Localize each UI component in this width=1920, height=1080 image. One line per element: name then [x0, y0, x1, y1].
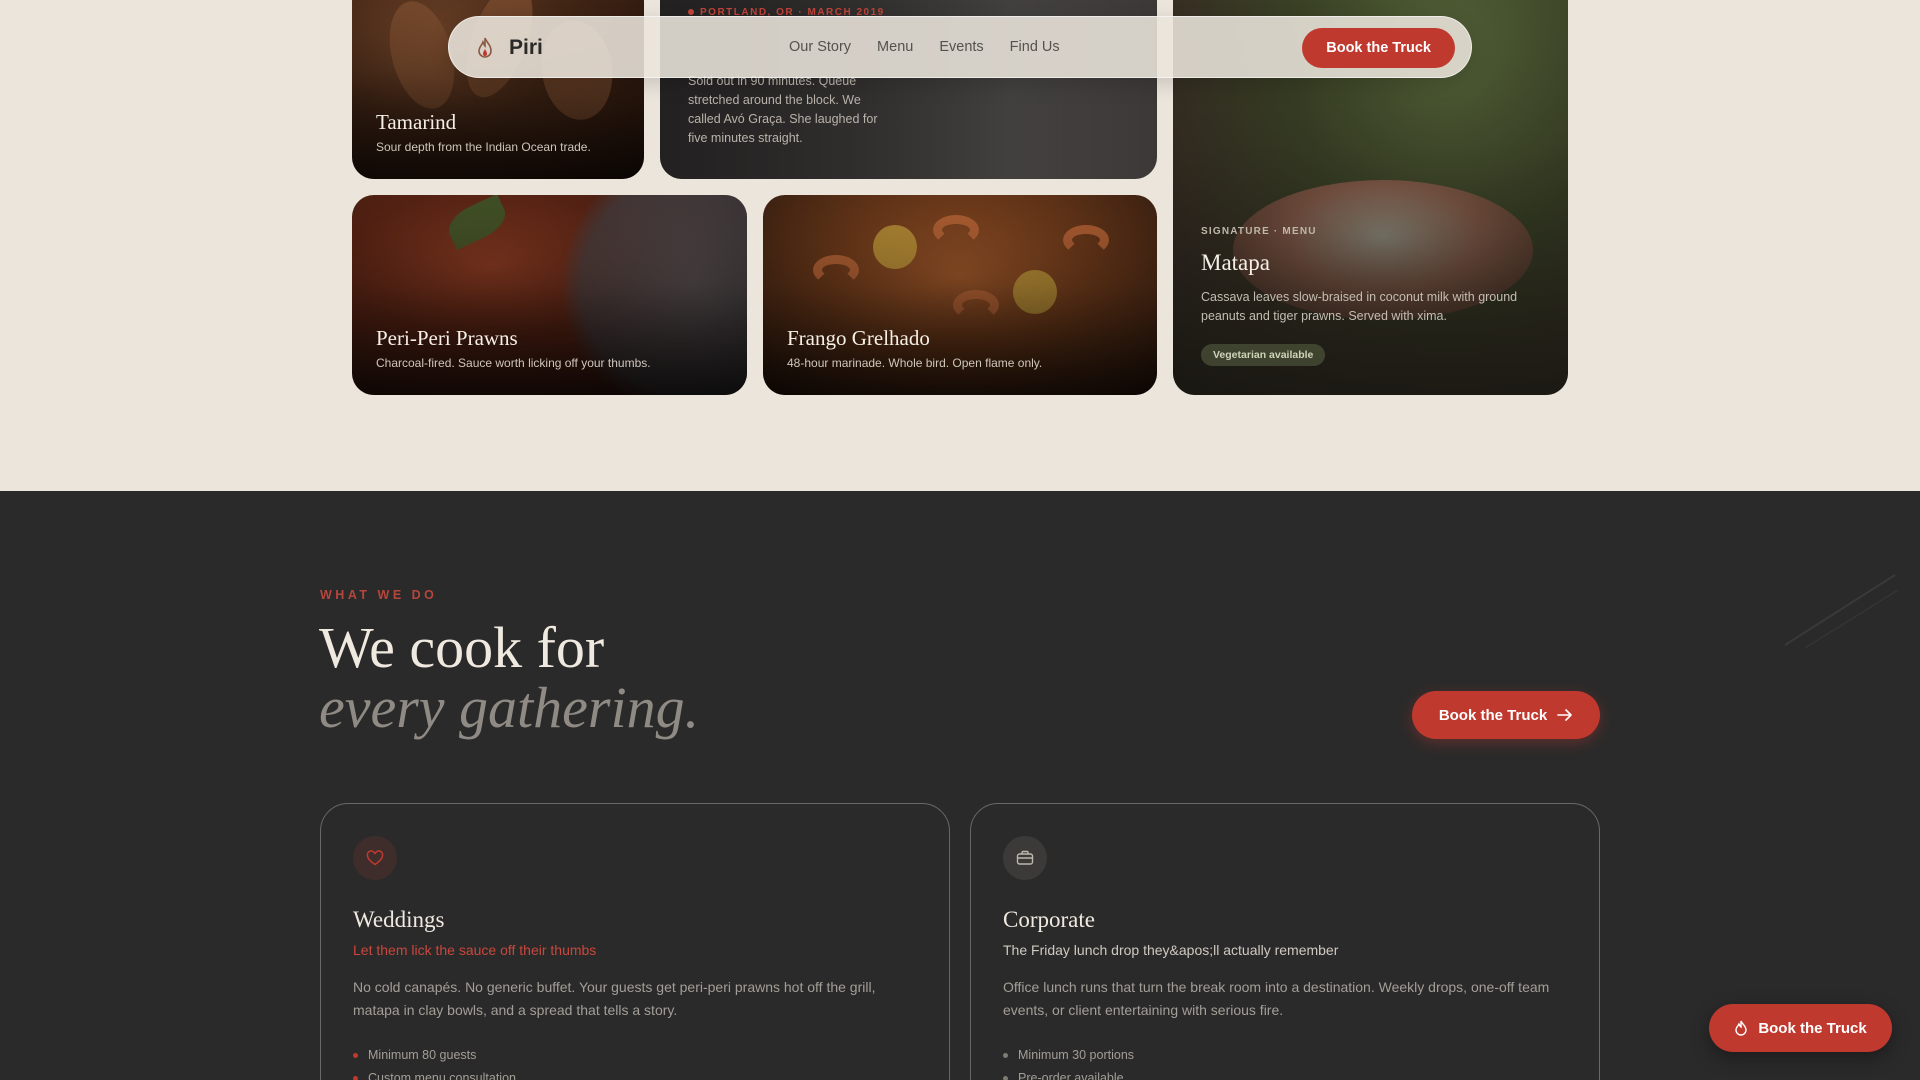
service-icon-wrapper	[353, 836, 397, 880]
nav-link-find-us[interactable]: Find Us	[1010, 39, 1060, 55]
card-description: 48-hour marinade. Whole bird. Open flame…	[787, 356, 1043, 370]
list-item: Minimum 80 guests	[353, 1044, 516, 1067]
location-dot-icon	[688, 9, 694, 16]
service-icon-wrapper	[1003, 836, 1047, 880]
service-card-corporate[interactable]: Corporate The Friday lunch drop they&apo…	[970, 803, 1600, 1080]
briefcase-icon	[1016, 850, 1034, 865]
button-label: Book the Truck	[1758, 1019, 1867, 1037]
service-card-weddings[interactable]: Weddings Let them lick the sauce off the…	[320, 803, 950, 1080]
flame-icon	[1735, 1020, 1748, 1036]
section-headline: We cook for	[319, 615, 605, 680]
nav-link-events[interactable]: Events	[939, 39, 983, 55]
book-truck-button[interactable]: Book the Truck	[1412, 691, 1600, 739]
flame-logo-icon[interactable]	[475, 36, 495, 60]
card-description: Sour depth from the Indian Ocean trade.	[376, 140, 591, 154]
service-description: Office lunch runs that turn the break ro…	[1003, 979, 1550, 1018]
section-eyebrow: WHAT WE DO	[320, 588, 438, 602]
brand-name[interactable]: Piri	[509, 36, 543, 60]
card-title: Tamarind	[376, 110, 457, 134]
card-frango-grelhado[interactable]: Frango Grelhado 48-hour marinade. Whole …	[763, 195, 1157, 395]
floating-navbar: Piri Our Story Menu Events Find Us Book …	[448, 16, 1472, 78]
service-features: Minimum 30 portions Pre-order available	[1003, 1044, 1134, 1080]
services-section	[0, 491, 1920, 1080]
service-title: Weddings	[353, 907, 445, 932]
card-title: Frango Grelhado	[787, 326, 930, 350]
section-headline-italic: every gathering.	[319, 675, 700, 740]
list-item: Custom menu consultation	[353, 1067, 516, 1080]
decorative-lines-icon	[1784, 574, 1899, 649]
card-title: Peri-Peri Prawns	[376, 326, 518, 350]
button-label: Book the Truck	[1438, 706, 1548, 724]
nav-link-our-story[interactable]: Our Story	[789, 39, 851, 55]
nav-link-menu[interactable]: Menu	[877, 39, 913, 55]
service-subtitle: Let them lick the sauce off their thumbs	[353, 942, 597, 958]
list-item: Minimum 30 portions	[1003, 1044, 1134, 1067]
card-title: Matapa	[1201, 250, 1270, 275]
service-description: No cold canapés. No generic buffet. Your…	[353, 979, 876, 1018]
service-subtitle: The Friday lunch drop they&apos;ll actua…	[1003, 942, 1339, 958]
card-peri-peri-prawns[interactable]: Peri-Peri Prawns Charcoal-fired. Sauce w…	[352, 195, 747, 395]
service-title: Corporate	[1003, 907, 1095, 932]
story-text: Sold out in 90 minutes. Queue stretched …	[688, 74, 878, 145]
service-features: Minimum 80 guests Custom menu consultati…	[353, 1044, 516, 1080]
heart-icon	[366, 850, 384, 866]
floating-book-truck-button[interactable]: Book the Truck	[1709, 1004, 1892, 1052]
list-item: Pre-order available	[1003, 1067, 1134, 1080]
signature-label: SIGNATURE · MENU	[1201, 226, 1317, 237]
nav-links: Our Story Menu Events Find Us	[789, 39, 1060, 55]
vegetarian-badge: Vegetarian available	[1201, 344, 1326, 366]
card-description: Charcoal-fired. Sauce worth licking off …	[376, 356, 651, 370]
card-description: Cassava leaves slow-braised in coconut m…	[1201, 290, 1518, 323]
arrow-right-icon	[1557, 709, 1572, 721]
book-truck-button[interactable]: Book the Truck	[1302, 28, 1455, 68]
